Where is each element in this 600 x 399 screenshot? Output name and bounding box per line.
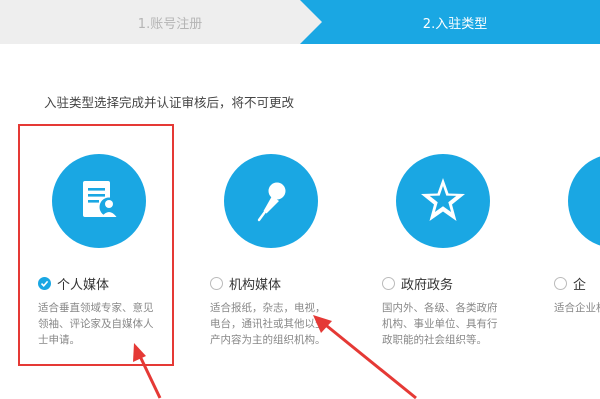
arrow-icon: [133, 343, 162, 399]
arrow-icon: [313, 315, 417, 399]
annotation-arrows: [133, 315, 417, 399]
